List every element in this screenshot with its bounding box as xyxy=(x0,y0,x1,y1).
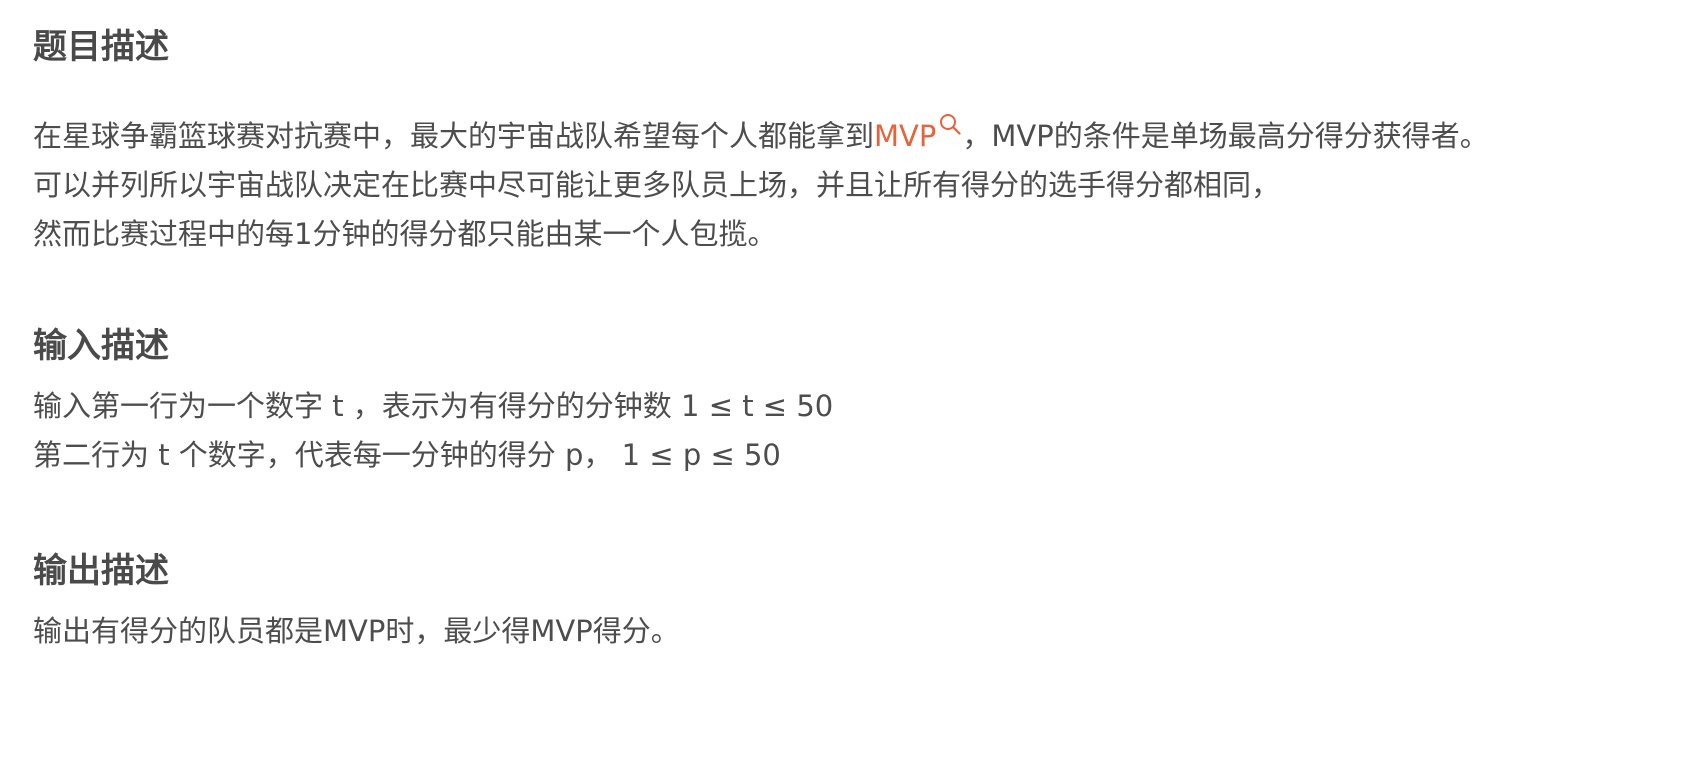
output-description: 输出有得分的队员都是MVP时，最少得MVP得分。 xyxy=(33,607,680,656)
section-title-output: 输出描述 xyxy=(33,551,169,591)
section-title-input: 输入描述 xyxy=(33,326,169,366)
output-line-1: 输出有得分的队员都是MVP时，最少得MVP得分。 xyxy=(33,614,680,648)
problem-description: 在星球争霸篮球赛对抗赛中，最大的宇宙战队希望每个人都能拿到MVP ，MVP的条件是… xyxy=(33,112,1489,259)
input-line-2: 第二行为 t 个数字，代表每一分钟的得分 p， 1 ≤ p ≤ 50 xyxy=(33,438,781,472)
input-description: 输入第一行为一个数字 t ，表示为有得分的分钟数 1 ≤ t ≤ 50 第二行为… xyxy=(33,382,833,480)
problem-line-1: 在星球争霸篮球赛对抗赛中，最大的宇宙战队希望每个人都能拿到MVP ，MVP的条件是… xyxy=(33,112,1489,161)
problem-line-1-before: 在星球争霸篮球赛对抗赛中，最大的宇宙战队希望每个人都能拿到 xyxy=(33,119,875,153)
mvp-link-label: MVP xyxy=(874,119,937,153)
problem-line-2: 可以并列所以宇宙战队决定在比赛中尽可能让更多队员上场，并且让所有得分的选手得分都… xyxy=(33,168,1281,202)
section-title-problem: 题目描述 xyxy=(33,27,169,67)
problem-line-3: 然而比赛过程中的每1分钟的得分都只能由某一个人包揽。 xyxy=(33,217,777,251)
search-icon xyxy=(940,114,961,135)
input-line-1: 输入第一行为一个数字 t ，表示为有得分的分钟数 1 ≤ t ≤ 50 xyxy=(33,389,834,423)
mvp-search-link[interactable]: MVP xyxy=(874,114,962,153)
problem-line-1-after: ，MVP的条件是单场最高分得分获得者。 xyxy=(962,119,1489,153)
